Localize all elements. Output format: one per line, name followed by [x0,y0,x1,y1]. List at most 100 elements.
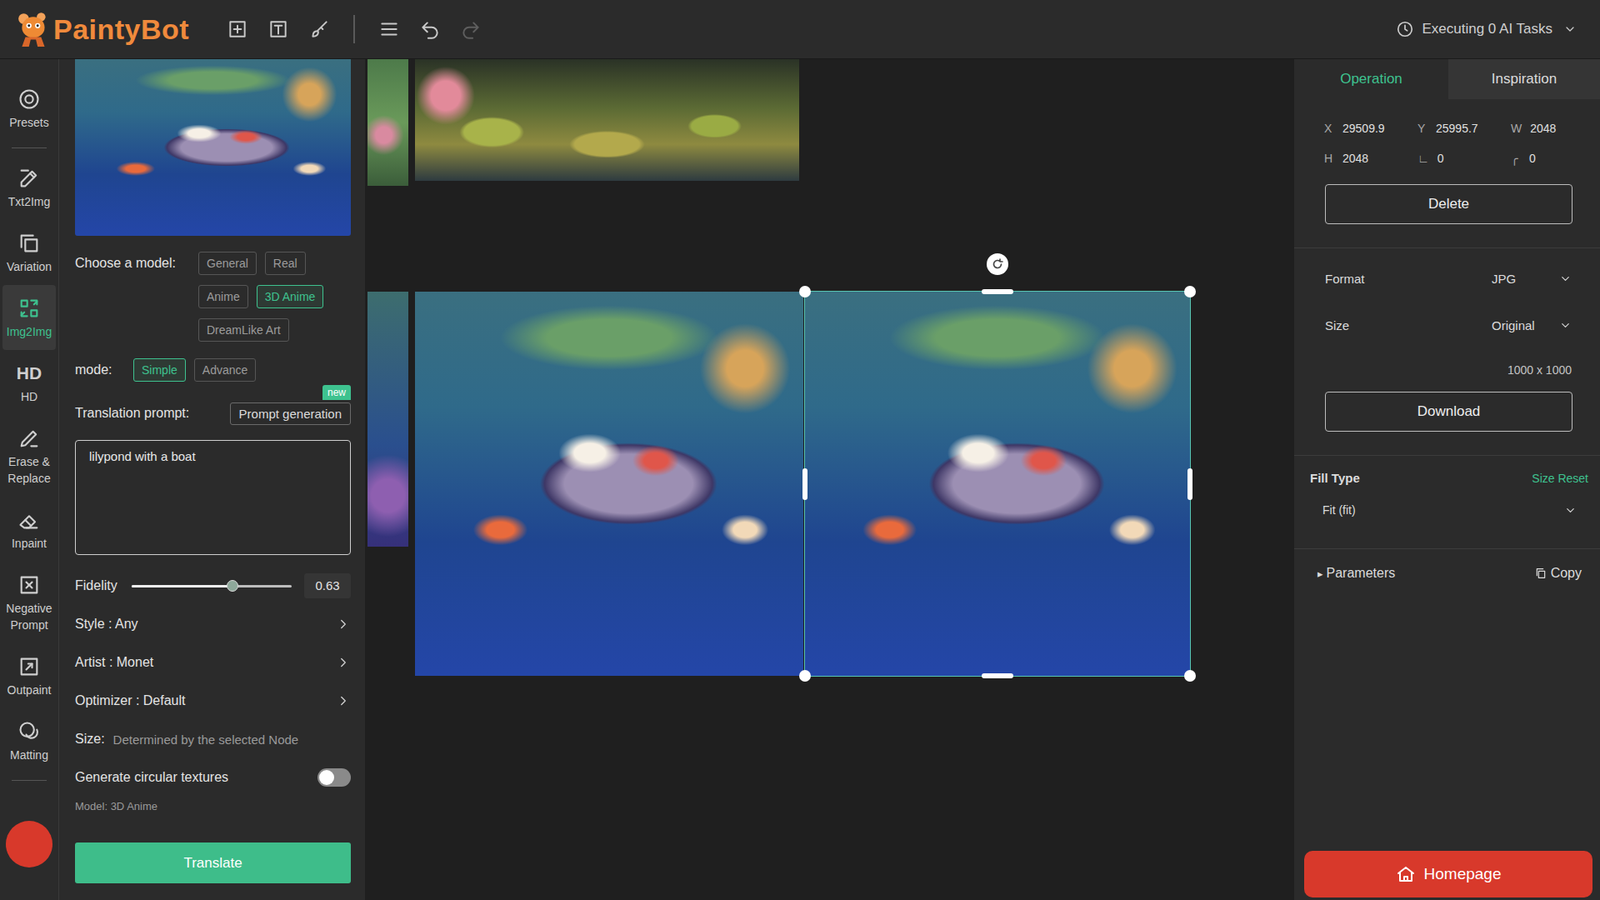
resize-handle[interactable] [799,670,811,682]
text-button[interactable] [266,17,290,41]
rail-item[interactable]: Inpaint [2,496,56,562]
logo[interactable]: PaintyBot [15,10,190,49]
clock-icon [1395,20,1415,39]
circular-textures-toggle[interactable] [317,768,351,787]
rotate-handle[interactable] [986,253,1009,275]
resize-handle[interactable] [799,285,811,298]
resize-handle[interactable] [1184,285,1196,298]
option-row[interactable]: Style : Any [75,611,351,637]
copy-button[interactable]: Copy [1534,565,1582,581]
field-value: 25995.7 [1435,121,1479,135]
undo-icon [419,18,441,40]
field-value: 2048 [1342,151,1369,165]
field-value: 2048 [1530,121,1556,135]
panel-tab[interactable]: Operation [1294,59,1449,100]
rail-item[interactable]: Outpaint [2,643,56,709]
redo-icon [460,18,482,40]
geometry-field[interactable]: ∟0 [1417,149,1511,168]
translate-button[interactable]: Translate [75,842,351,884]
redo-button[interactable] [459,17,483,41]
resize-handle[interactable] [981,289,1014,295]
format-select[interactable]: JPG [1491,271,1572,286]
geometry-field[interactable]: ╭0 [1510,149,1600,168]
canvas-image[interactable] [415,291,804,676]
img2img-panel: Choose a model:GeneralRealAnime3D AnimeD… [58,59,365,900]
rail-item[interactable]: Erase & Replace [2,415,56,497]
size-select[interactable]: Original [1491,318,1572,333]
model-chip[interactable]: 3D Anime [256,285,325,309]
option-row[interactable]: Artist : Monet [75,650,351,675]
toolbar [225,15,483,44]
ai-tasks-dropdown[interactable]: Executing 0 AI Tasks [1395,20,1577,39]
size-reset-button[interactable]: Size Reset [1531,471,1589,485]
chevron-down-icon [1563,22,1577,36]
canvas-image[interactable] [805,291,1190,676]
user-avatar[interactable] [5,820,53,868]
geometry-field[interactable]: X29509.9 [1324,119,1418,138]
canvas[interactable] [365,59,1295,900]
fill-type-section: Fill TypeSize ResetFit (fit) [1294,455,1600,525]
rail-divider [11,147,47,149]
rail-label: Outpaint [7,681,52,699]
slider-fill [131,585,233,588]
slider-thumb[interactable] [226,580,239,592]
option-label: Optimizer : Default [75,693,185,709]
brush-icon [17,426,41,450]
mode-chip[interactable]: Advance [194,358,256,382]
source-image-preview[interactable] [75,59,351,236]
resize-handle[interactable] [981,673,1014,679]
option-row[interactable]: Optimizer : Default [75,688,351,714]
geometry-field[interactable]: Y25995.7 [1417,119,1511,138]
brush-button[interactable] [307,17,331,41]
pencil-icon [17,166,41,190]
rail-item[interactable]: Presets [2,75,56,141]
rail-item[interactable]: Txt2Img [2,155,56,220]
rail-item[interactable]: Negative Prompt [2,561,56,644]
model-chip[interactable]: General [198,251,257,275]
menu-button[interactable] [377,17,401,41]
chevron-right-icon [335,693,351,709]
rail-item[interactable]: HDHD [2,350,56,415]
prompt-input[interactable]: lilypond with a boat [75,440,351,555]
rail-divider [11,780,47,781]
homepage-label: Homepage [1424,865,1502,884]
parameters-toggle[interactable]: ▸Parameters [1317,565,1395,581]
panel-tab[interactable]: Inspiration [1448,59,1600,100]
undo-button[interactable] [418,17,442,41]
workspace: Presets Txt2ImgVariation Img2Img HDHDErase … [0,59,1600,900]
geometry-field[interactable]: W2048 [1510,119,1600,138]
export-section: FormatJPGSizeOriginal1000 x 1000Download [1294,248,1600,432]
properties-panel: OperationInspiration X29509.9Y25995.7W204… [1294,59,1600,900]
fidelity-slider[interactable] [131,577,292,595]
canvas-image[interactable] [367,59,409,186]
rail-label: Img2Img [6,323,52,340]
rail-item[interactable]: Img2Img [2,285,56,350]
delete-button[interactable]: Delete [1325,184,1573,225]
homepage-button[interactable]: Homepage [1304,850,1593,898]
canvas-image[interactable] [367,291,409,547]
new-badge: new [322,385,351,400]
mode-chip[interactable]: Simple [133,358,186,382]
collapse-marker-icon: ▸ [1317,567,1324,580]
geometry-field[interactable]: H2048 [1324,149,1418,168]
rail-item[interactable]: Variation [2,220,56,285]
field-value: 29509.9 [1342,121,1385,135]
model-chip[interactable]: Real [265,251,306,275]
resize-handle[interactable] [1187,468,1193,500]
model-chip[interactable]: DreamLike Art [198,318,290,342]
model-chip[interactable]: Anime [198,285,249,309]
download-button[interactable]: Download [1325,391,1573,432]
prompt-generation-button[interactable]: Prompt generation new [230,402,351,425]
canvas-image[interactable] [415,59,800,181]
translation-prompt-label: Translation prompt: [75,401,190,425]
fill-type-select[interactable]: Fit (fit) [1310,495,1589,525]
size-label: Size [1325,318,1350,333]
add-button[interactable] [225,17,250,41]
resize-handle[interactable] [802,468,808,500]
rail-label: HD [20,388,38,405]
copy-label: Copy [1550,565,1582,581]
tool-rail: Presets Txt2ImgVariation Img2Img HDHDErase … [0,59,59,900]
resize-handle[interactable] [1184,670,1196,682]
rail-item[interactable]: Matting [2,708,56,774]
fidelity-value[interactable]: 0.63 [304,573,351,599]
